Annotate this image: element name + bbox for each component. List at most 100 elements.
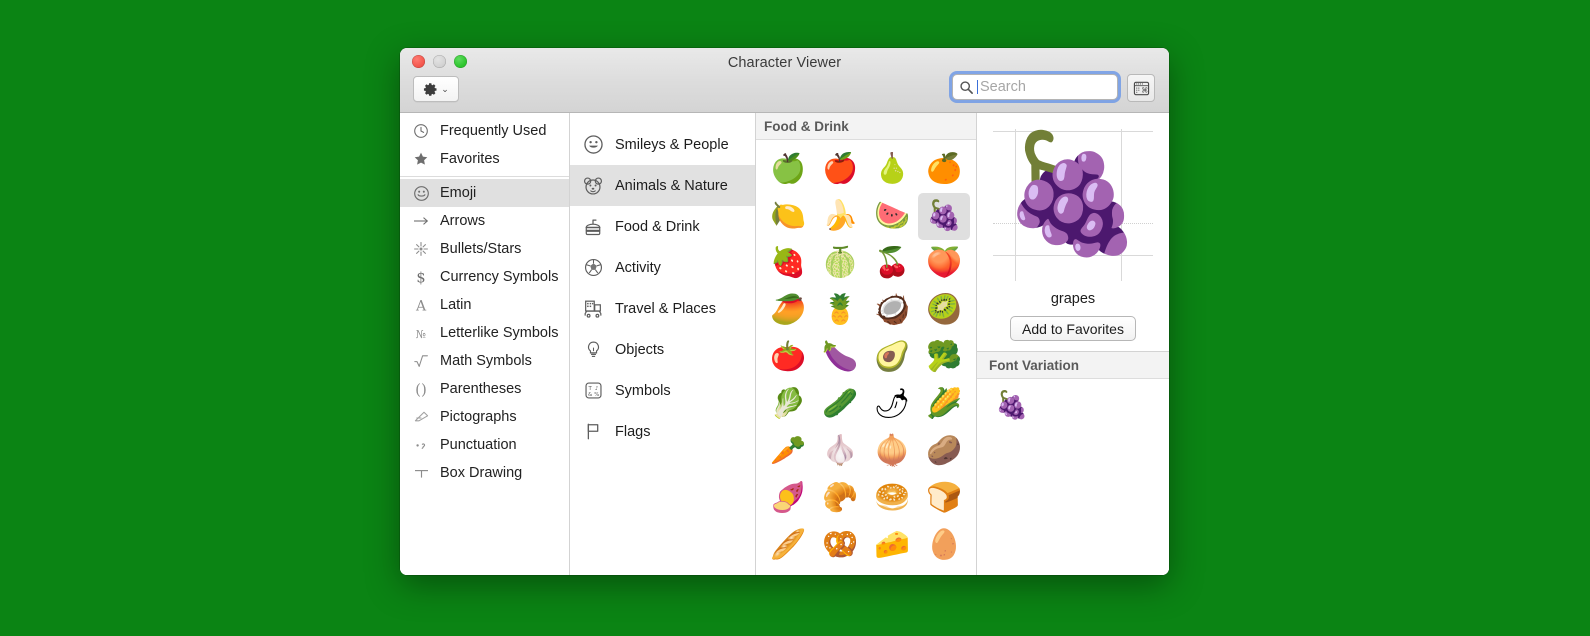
- sidebar-item-latin[interactable]: A Latin: [400, 291, 569, 319]
- font-variation-glyph[interactable]: 🍇: [995, 392, 1169, 419]
- category-item-smileys-and-people[interactable]: Smileys & People: [570, 124, 755, 165]
- emoji-cell[interactable]: 🥐: [814, 475, 866, 522]
- emoji-cell[interactable]: 🍏: [762, 146, 814, 193]
- action-gear-button[interactable]: ⌄: [413, 76, 459, 102]
- emoji-grid-scroll[interactable]: 🍏 🍎 🍐 🍊 🍋 🍌 🍉 🍇 🍓 🍈 🍒 🍑 🥭 🍍 🥥 🥝 🍅 🍆 🥑 🥦 …: [756, 140, 976, 575]
- sidebar-item-label: Punctuation: [440, 437, 517, 453]
- text-caret: [977, 80, 978, 94]
- emoji-cell[interactable]: 🍓: [762, 240, 814, 287]
- character-palette-button[interactable]: ⌘: [1127, 74, 1155, 102]
- sidebar-item-parentheses[interactable]: () Parentheses: [400, 375, 569, 403]
- category-item-food-and-drink[interactable]: Food & Drink: [570, 206, 755, 247]
- svg-text:%: %: [594, 392, 599, 398]
- emoji-cell[interactable]: 🍊: [918, 146, 970, 193]
- category-item-label: Travel & Places: [615, 300, 716, 317]
- emoji-cell[interactable]: 🥝: [918, 287, 970, 334]
- bear-icon: [582, 175, 604, 197]
- emoji-cell[interactable]: 🥭: [762, 287, 814, 334]
- emoji-cell[interactable]: 🍆: [814, 334, 866, 381]
- emoji-cell[interactable]: 🍐: [866, 146, 918, 193]
- arrow-right-icon: [412, 212, 430, 230]
- add-to-favorites-button[interactable]: Add to Favorites: [1010, 316, 1136, 341]
- category-item-activity[interactable]: Activity: [570, 247, 755, 288]
- sidebar-item-emoji[interactable]: Emoji: [400, 179, 569, 207]
- category-item-label: Animals & Nature: [615, 177, 728, 194]
- emoji-cell[interactable]: 🧄: [814, 428, 866, 475]
- window-titlebar: Character Viewer ⌄ Search ⌘: [400, 48, 1169, 113]
- sidebar-item-frequently-used[interactable]: Frequently Used: [400, 117, 569, 145]
- category-item-label: Objects: [615, 341, 665, 358]
- sidebar-item-label: Bullets/Stars: [440, 241, 522, 257]
- emoji-cell[interactable]: 🍠: [762, 475, 814, 522]
- emoji-cell[interactable]: 🍎: [814, 146, 866, 193]
- search-icon: [959, 80, 974, 95]
- category-item-flags[interactable]: Flags: [570, 411, 755, 452]
- category-item-travel-and-places[interactable]: Travel & Places: [570, 288, 755, 329]
- sidebar-item-math-symbols[interactable]: Math Symbols: [400, 347, 569, 375]
- punctuation-icon: [412, 436, 430, 454]
- category-item-objects[interactable]: Objects: [570, 329, 755, 370]
- sidebar: Frequently Used Favorites Emoji Arrows B…: [400, 113, 570, 575]
- parentheses-icon: (): [412, 380, 430, 398]
- emoji-cell[interactable]: 🥨: [814, 522, 866, 569]
- sidebar-item-label: Box Drawing: [440, 465, 523, 481]
- svg-text:&: &: [588, 392, 593, 398]
- font-variation-list: 🍇: [977, 379, 1169, 575]
- flag-icon: [582, 421, 604, 443]
- sidebar-item-label: Favorites: [440, 151, 500, 167]
- category-item-symbols[interactable]: T ♪ & % Symbols: [570, 370, 755, 411]
- svg-text:⌘: ⌘: [1141, 86, 1148, 94]
- emoji-cell[interactable]: 🥚: [918, 522, 970, 569]
- smiley-icon: [582, 134, 604, 156]
- emoji-cell[interactable]: 🥒: [814, 381, 866, 428]
- numero-icon: №: [412, 324, 430, 342]
- emoji-cell[interactable]: 🥯: [866, 475, 918, 522]
- emoji-cell[interactable]: 🥕: [762, 428, 814, 475]
- emoji-cell[interactable]: 🥑: [866, 334, 918, 381]
- sidebar-item-label: Math Symbols: [440, 353, 532, 369]
- emoji-cell[interactable]: 🧀: [866, 522, 918, 569]
- emoji-cell[interactable]: 🍞: [918, 475, 970, 522]
- emoji-cell[interactable]: 🍍: [814, 287, 866, 334]
- category-item-label: Symbols: [615, 382, 671, 399]
- emoji-cell[interactable]: 🌶: [866, 381, 918, 428]
- sidebar-item-letterlike-symbols[interactable]: № Letterlike Symbols: [400, 319, 569, 347]
- category-item-animals-and-nature[interactable]: Animals & Nature: [570, 165, 755, 206]
- emoji-cell-selected[interactable]: 🍇: [918, 193, 970, 240]
- sidebar-item-favorites[interactable]: Favorites: [400, 145, 569, 173]
- emoji-cell[interactable]: 🍋: [762, 193, 814, 240]
- sidebar-item-box-drawing[interactable]: Box Drawing: [400, 459, 569, 487]
- pictograph-icon: [412, 408, 430, 426]
- emoji-cell[interactable]: 🥦: [918, 334, 970, 381]
- search-input[interactable]: Search: [952, 74, 1118, 100]
- emoji-cell[interactable]: 🍒: [866, 240, 918, 287]
- emoji-grid-panel: Food & Drink 🍏 🍎 🍐 🍊 🍋 🍌 🍉 🍇 🍓 🍈 🍒 🍑 🥭 🍍…: [756, 113, 977, 575]
- emoji-cell[interactable]: 🍌: [814, 193, 866, 240]
- emoji-cell[interactable]: 🍈: [814, 240, 866, 287]
- emoji-cell[interactable]: 🍉: [866, 193, 918, 240]
- emoji-cell[interactable]: 🧅: [866, 428, 918, 475]
- sidebar-item-arrows[interactable]: Arrows: [400, 207, 569, 235]
- emoji-cell[interactable]: 🥥: [866, 287, 918, 334]
- emoji-cell[interactable]: 🥔: [918, 428, 970, 475]
- sidebar-item-currency-symbols[interactable]: $ Currency Symbols: [400, 263, 569, 291]
- chevron-down-icon: ⌄: [441, 83, 449, 94]
- category-list: Smileys & People Animals & Nature Food &…: [570, 113, 756, 575]
- sidebar-item-pictographs[interactable]: Pictographs: [400, 403, 569, 431]
- category-item-label: Activity: [615, 259, 661, 276]
- desktop-background: Character Viewer ⌄ Search ⌘ Frequently U…: [0, 0, 1590, 636]
- radical-icon: [412, 352, 430, 370]
- car-city-icon: [582, 298, 604, 320]
- sidebar-item-bullets-stars[interactable]: Bullets/Stars: [400, 235, 569, 263]
- emoji-cell[interactable]: 🌽: [918, 381, 970, 428]
- emoji-cell[interactable]: 🍅: [762, 334, 814, 381]
- character-preview-section: 🍇 grapes Add to Favorites: [977, 113, 1169, 352]
- sidebar-item-label: Arrows: [440, 213, 486, 229]
- character-name: grapes: [1050, 291, 1096, 307]
- window-body: Frequently Used Favorites Emoji Arrows B…: [400, 113, 1169, 575]
- emoji-cell[interactable]: 🥖: [762, 522, 814, 569]
- sidebar-item-punctuation[interactable]: Punctuation: [400, 431, 569, 459]
- emoji-cell[interactable]: 🥬: [762, 381, 814, 428]
- emoji-cell[interactable]: 🍑: [918, 240, 970, 287]
- grid-section-title: Food & Drink: [756, 113, 976, 140]
